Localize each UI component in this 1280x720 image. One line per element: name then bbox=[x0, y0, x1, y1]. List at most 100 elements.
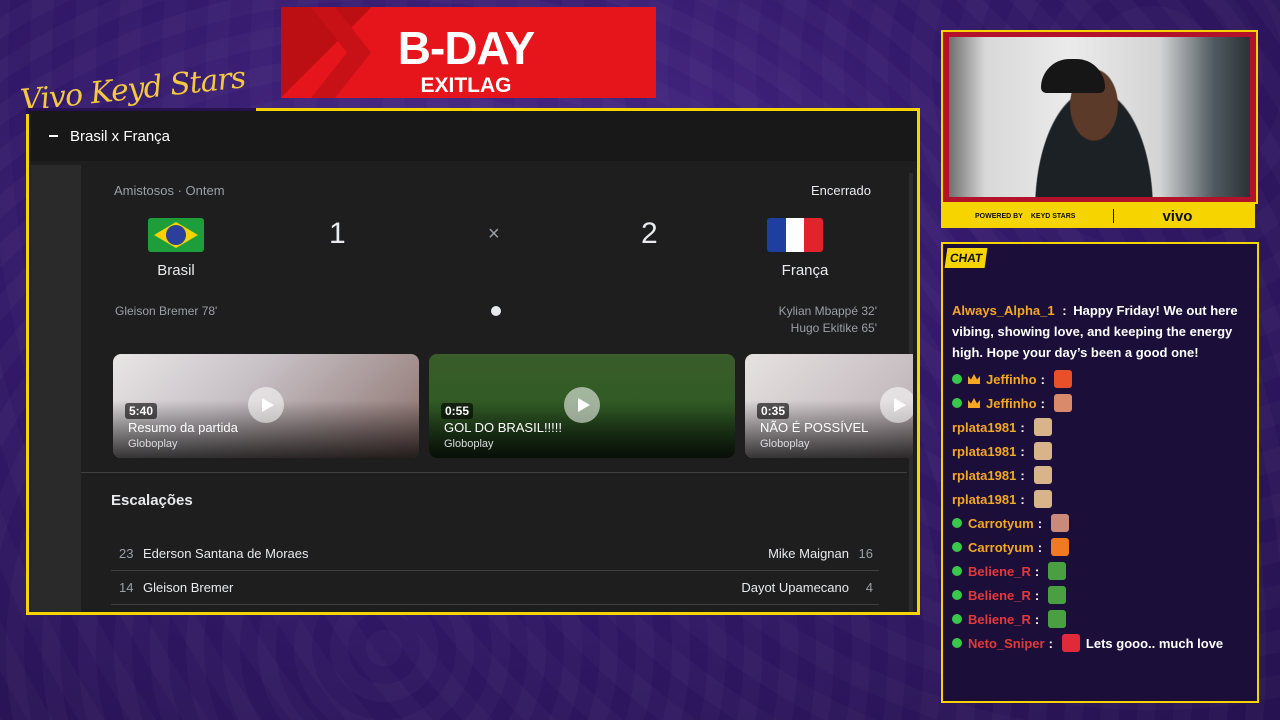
video-source: Globoplay bbox=[444, 438, 494, 450]
video-card[interactable]: 5:40 Resumo da partida Globoplay bbox=[113, 354, 419, 458]
chat-message: rplata1981: bbox=[952, 439, 1247, 463]
emote-icon bbox=[1048, 586, 1067, 604]
home-player-number: 23 bbox=[119, 546, 134, 561]
chat-message: Beliene_R: bbox=[952, 607, 1247, 631]
chat-username[interactable]: Always_Alpha_1 bbox=[952, 303, 1055, 318]
soccer-ball-icon bbox=[491, 306, 501, 316]
chat-message: Beliene_R: bbox=[952, 583, 1247, 607]
home-scorer: Gleison Bremer 78' bbox=[115, 304, 218, 318]
away-scorer: Hugo Ekitike 65' bbox=[790, 321, 877, 335]
chat-message: Always_Alpha_1 : Happy Friday! We out he… bbox=[952, 303, 1238, 360]
chat-message: Carrotyum: bbox=[952, 511, 1247, 535]
video-title: Resumo da partida bbox=[128, 420, 238, 435]
webcam-frame bbox=[941, 30, 1258, 204]
home-score: 1 bbox=[329, 217, 346, 250]
home-team-name[interactable]: Brasil bbox=[126, 262, 226, 279]
video-card[interactable]: 0:55 GOL DO BRASIL!!!!! Globoplay bbox=[429, 354, 735, 458]
sub-badge-icon bbox=[952, 518, 962, 528]
chat-username[interactable]: rplata1981 bbox=[952, 441, 1016, 462]
sub-badge-icon bbox=[952, 566, 962, 576]
away-player-name: Mike Maignan bbox=[768, 546, 849, 561]
lineups-title: Escalações bbox=[111, 492, 193, 509]
video-duration: 0:55 bbox=[441, 403, 474, 419]
chat-message: Jeffinho: bbox=[952, 391, 1247, 415]
webcam-feed bbox=[949, 37, 1250, 197]
emote-icon bbox=[1048, 562, 1067, 580]
keyd-stars-logo: KEYD STARS bbox=[1030, 212, 1076, 220]
sub-badge-icon bbox=[952, 542, 962, 552]
sub-badge-icon bbox=[952, 638, 962, 648]
chat-message-text: Lets gooo.. much love bbox=[1085, 635, 1224, 651]
video-title: NÃO É POSSÍVEL bbox=[760, 420, 869, 435]
browser-capture-frame: Brasil x França Amistosos · Ontem Encerr… bbox=[26, 108, 920, 615]
emote-icon bbox=[1033, 418, 1052, 436]
chat-message: Carrotyum: bbox=[952, 535, 1247, 559]
powered-by-label: POWERED BY bbox=[975, 212, 1023, 220]
play-icon[interactable] bbox=[248, 387, 284, 423]
chat-messages: Jeffinho: Jeffinho: rplata1981: rplata1981:… bbox=[952, 367, 1247, 655]
away-player-name: Dayot Upamecano bbox=[741, 580, 849, 595]
video-card[interactable]: 0:35 NÃO É POSSÍVEL Globoplay bbox=[745, 354, 913, 458]
sponsor-banner: B-DAY EXITLAG bbox=[281, 7, 656, 98]
page-title: Brasil x França bbox=[70, 127, 171, 145]
emote-icon bbox=[1033, 466, 1052, 484]
lineup-row[interactable]: 23 Ederson Santana de Moraes Mike Maigna… bbox=[111, 537, 879, 571]
chat-message: Beliene_R: bbox=[952, 559, 1247, 583]
match-date: Ontem bbox=[185, 183, 225, 198]
chat-username[interactable]: rplata1981 bbox=[952, 417, 1016, 438]
sub-badge-icon bbox=[952, 374, 962, 384]
competition-name[interactable]: Amistosos bbox=[114, 183, 174, 198]
back-icon[interactable] bbox=[49, 135, 58, 137]
emote-icon bbox=[1061, 634, 1080, 652]
crown-badge-icon bbox=[968, 398, 980, 408]
chat-message: rplata1981: bbox=[952, 463, 1247, 487]
away-scorer: Kylian Mbappé 32' bbox=[778, 304, 877, 318]
chat-tag: CHAT bbox=[944, 248, 988, 268]
chat-panel: CHAT Always_Alpha_1 : Happy Friday! We o… bbox=[941, 242, 1259, 703]
emote-icon bbox=[1051, 514, 1070, 532]
sub-badge-icon bbox=[952, 590, 962, 600]
brazil-flag-icon[interactable] bbox=[148, 218, 204, 252]
side-column bbox=[31, 165, 81, 612]
powered-by-bar: POWERED BY KEYD STARS vivo bbox=[941, 204, 1255, 228]
chat-message: rplata1981: bbox=[952, 415, 1247, 439]
france-flag-icon[interactable] bbox=[767, 218, 823, 252]
page-header: Brasil x França bbox=[29, 111, 917, 161]
match-status: Encerrado bbox=[811, 183, 871, 198]
vivo-logo: vivo bbox=[1162, 207, 1193, 225]
banner-title: B-DAY bbox=[397, 22, 535, 74]
chat-username[interactable]: Jeffinho bbox=[986, 369, 1037, 390]
play-icon[interactable] bbox=[564, 387, 600, 423]
chat-list: Always_Alpha_1 : Happy Friday! We out he… bbox=[952, 300, 1247, 655]
emote-icon bbox=[1033, 490, 1052, 508]
chat-username[interactable]: Neto_Sniper bbox=[968, 633, 1045, 654]
chat-username[interactable]: Beliene_R bbox=[968, 585, 1031, 606]
chat-username[interactable]: Carrotyum bbox=[968, 537, 1034, 558]
home-player-name: Ederson Santana de Moraes bbox=[143, 546, 309, 561]
score-separator: × bbox=[488, 223, 500, 245]
chat-username[interactable]: Beliene_R bbox=[968, 561, 1031, 582]
emote-icon bbox=[1051, 538, 1070, 556]
sub-badge-icon bbox=[952, 614, 962, 624]
home-player-name: Gleison Bremer bbox=[143, 580, 234, 595]
banner-sponsor: EXITLAG bbox=[420, 74, 512, 97]
chat-username[interactable]: Carrotyum bbox=[968, 513, 1034, 534]
chat-username[interactable]: rplata1981 bbox=[952, 465, 1016, 486]
match-competition: Amistosos · Ontem bbox=[114, 183, 225, 198]
chat-username[interactable]: rplata1981 bbox=[952, 489, 1016, 510]
chat-username[interactable]: Beliene_R bbox=[968, 609, 1031, 630]
video-duration: 0:35 bbox=[757, 403, 790, 419]
chat-username[interactable]: Jeffinho bbox=[986, 393, 1037, 414]
away-player-number: 4 bbox=[865, 580, 873, 595]
play-icon[interactable] bbox=[880, 387, 913, 423]
chat-message: rplata1981: bbox=[952, 487, 1247, 511]
home-player-number: 14 bbox=[119, 580, 134, 595]
video-title: GOL DO BRASIL!!!!! bbox=[444, 420, 562, 435]
video-source: Globoplay bbox=[760, 438, 810, 450]
crown-badge-icon bbox=[968, 374, 980, 384]
video-carousel: 5:40 Resumo da partida Globoplay 0:55 GO… bbox=[113, 354, 913, 458]
away-team-name[interactable]: França bbox=[755, 262, 855, 279]
video-source: Globoplay bbox=[128, 438, 178, 450]
lineup-row[interactable]: 14 Gleison Bremer Dayot Upamecano 4 bbox=[111, 571, 879, 605]
chat-message: Neto_Sniper: Lets gooo.. much love bbox=[952, 631, 1247, 655]
